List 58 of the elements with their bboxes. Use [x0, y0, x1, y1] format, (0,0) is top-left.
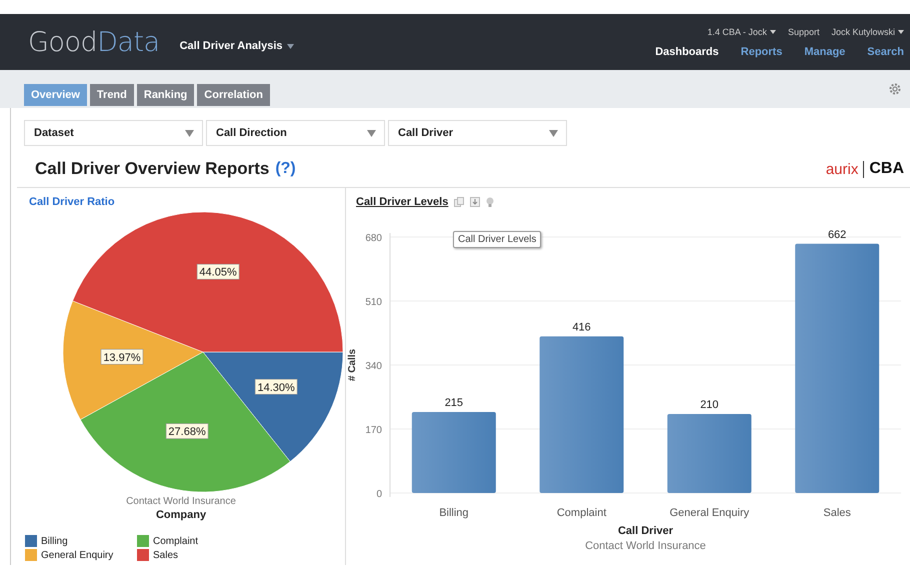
- nav-link[interactable]: Manage: [804, 46, 846, 58]
- dropdown-icon: [367, 130, 376, 136]
- filter-dropdown[interactable]: Call Direction: [206, 120, 385, 146]
- brand-logo-text: CBA: [868, 160, 904, 178]
- axis-tick-label: 0: [376, 489, 382, 500]
- axis-category-label: Complaint: [556, 507, 606, 519]
- tooltip: Call Driver Levels: [453, 231, 542, 248]
- chart-subtitle: Contact World Insurance: [585, 540, 706, 552]
- nav-link[interactable]: Dashboards: [655, 46, 719, 58]
- help-link[interactable]: (?): [275, 160, 296, 178]
- caret-icon: [286, 44, 294, 48]
- copy-icon[interactable]: [454, 197, 464, 207]
- data-label: 13.97%: [100, 348, 144, 365]
- logo[interactable]: Good Data: [28, 26, 160, 58]
- tab[interactable]: Correlation: [197, 84, 270, 106]
- chart-caption: Contact World Insurance: [125, 496, 237, 507]
- legend-label: General Enquiry: [41, 550, 114, 560]
- legend-label: Complaint: [153, 536, 198, 546]
- brand-logo-text: aurix: [826, 160, 864, 178]
- dropdown-icon: [185, 130, 194, 136]
- axis-category-label: General Enquiry: [670, 507, 750, 519]
- download-icon[interactable]: [470, 197, 480, 207]
- page-title: Call Driver Overview Reports: [35, 159, 270, 179]
- legend-label: Billing: [41, 536, 68, 546]
- nav-link[interactable]: Reports: [740, 46, 782, 58]
- header-link[interactable]: Jock Kutylowski: [831, 26, 904, 36]
- report-title[interactable]: Call Driver Ratio: [29, 196, 345, 208]
- tab[interactable]: Ranking: [136, 84, 194, 106]
- nav-link[interactable]: Search: [867, 46, 904, 58]
- data-label: 662: [828, 228, 846, 241]
- filter-dropdown[interactable]: Dataset: [24, 120, 203, 146]
- axis-tick-label: 680: [365, 233, 382, 244]
- data-label: 210: [700, 398, 719, 411]
- axis-tick-label: 510: [365, 297, 382, 308]
- axis-category-label: Billing: [439, 507, 469, 519]
- axis-category-label: Sales: [823, 507, 851, 519]
- data-label: 27.68%: [166, 423, 208, 439]
- data-label: 215: [444, 397, 464, 410]
- caret-icon: [898, 30, 904, 34]
- legend-label: Sales: [153, 550, 178, 560]
- data-label: 14.30%: [254, 378, 298, 395]
- settings-icon[interactable]: [888, 82, 902, 96]
- lightbulb-icon[interactable]: [486, 197, 494, 207]
- axis-tick-label: 170: [365, 425, 382, 436]
- caret-icon: [770, 30, 776, 34]
- tab[interactable]: Trend: [90, 84, 134, 106]
- header-link[interactable]: Support: [788, 26, 820, 36]
- axis-title: # Calls: [347, 348, 358, 382]
- dropdown-icon: [549, 130, 558, 136]
- header-link[interactable]: 1.4 CBA - Jock: [707, 26, 776, 36]
- data-label: 416: [572, 321, 591, 334]
- axis-tick-label: 340: [365, 361, 382, 372]
- report-title[interactable]: Call Driver Levels: [356, 196, 448, 208]
- data-label: 44.05%: [196, 264, 240, 280]
- filter-dropdown[interactable]: Call Driver: [388, 120, 567, 146]
- project-selector[interactable]: Call Driver Analysis: [180, 40, 294, 52]
- chart-caption: Company: [154, 509, 208, 521]
- axis-title: Call Driver: [618, 525, 674, 537]
